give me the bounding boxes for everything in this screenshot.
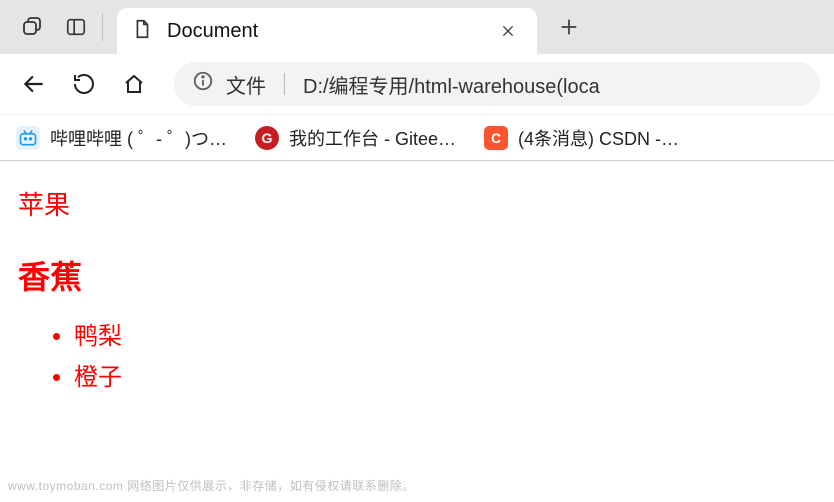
bookmarks-bar: 哔哩哔哩 ( ゜- ゜)つ… G 我的工作台 - Gitee… C (4条消息)… — [0, 114, 834, 160]
url-scheme-label: 文件 — [226, 70, 266, 99]
list-item: 鸭梨 — [74, 316, 816, 351]
back-button[interactable] — [14, 64, 54, 104]
reload-button[interactable] — [64, 64, 104, 104]
bookmark-label: (4条消息) CSDN -… — [518, 125, 679, 151]
browser-chrome: Document — [0, 0, 834, 161]
document-icon — [131, 18, 153, 45]
separator — [102, 13, 103, 41]
bookmark-label: 我的工作台 - Gitee… — [289, 125, 456, 151]
info-icon[interactable] — [192, 70, 214, 98]
tab-title: Document — [167, 20, 479, 43]
close-icon[interactable] — [493, 16, 523, 46]
panel-icon[interactable] — [54, 5, 98, 49]
bilibili-icon — [16, 126, 40, 150]
bookmark-bilibili[interactable]: 哔哩哔哩 ( ゜- ゜)つ… — [16, 125, 227, 151]
csdn-icon: C — [484, 126, 508, 150]
tab-strip: Document — [0, 0, 834, 54]
gitee-icon: G — [255, 126, 279, 150]
url-text: D:/编程专用/html-warehouse(loca — [303, 70, 600, 99]
fruit-list: 鸭梨 橙子 — [18, 316, 816, 392]
separator — [284, 73, 285, 95]
bookmark-csdn[interactable]: C (4条消息) CSDN -… — [484, 125, 679, 151]
address-bar[interactable]: 文件 D:/编程专用/html-warehouse(loca — [174, 62, 820, 106]
bookmark-label: 哔哩哔哩 ( ゜- ゜)つ… — [50, 125, 227, 151]
heading-banana: 香蕉 — [18, 252, 816, 298]
text-apple: 苹果 — [18, 185, 816, 222]
new-tab-button[interactable] — [547, 5, 591, 49]
list-item: 橙子 — [74, 357, 816, 392]
home-button[interactable] — [114, 64, 154, 104]
bookmark-gitee[interactable]: G 我的工作台 - Gitee… — [255, 125, 456, 151]
toolbar: 文件 D:/编程专用/html-warehouse(loca — [0, 54, 834, 114]
page-content: 苹果 香蕉 鸭梨 橙子 — [0, 161, 834, 414]
watermark-text: www.toymoban.com 网络图片仅供展示，非存储，如有侵权请联系删除。 — [8, 477, 415, 494]
active-tab[interactable]: Document — [117, 8, 537, 54]
tab-actions-icon[interactable] — [10, 5, 54, 49]
